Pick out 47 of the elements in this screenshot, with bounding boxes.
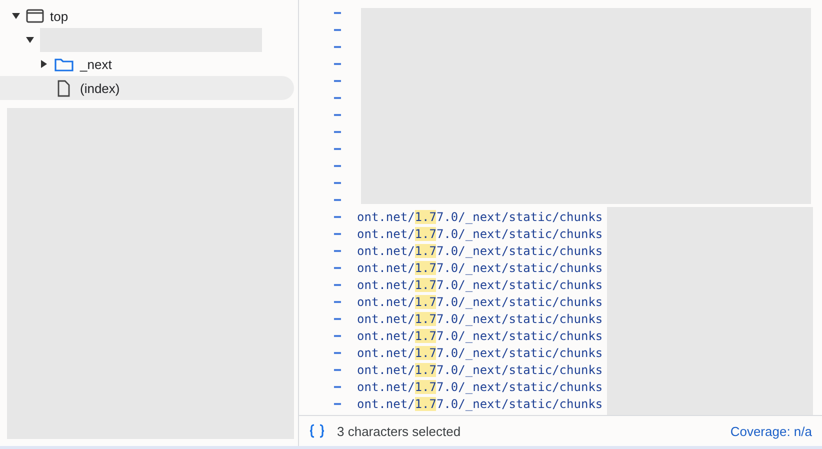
code-line: ont.net/1.77.0/_next/static/chunks [357, 294, 603, 308]
code-line: ont.net/1.77.0/_next/static/chunks [357, 346, 603, 360]
coverage-marker [334, 198, 341, 200]
coverage-link[interactable]: Coverage: n/a [730, 424, 812, 438]
code-line: ont.net/1.77.0/_next/static/chunks [357, 380, 603, 394]
code-line: ont.net/1.77.0/_next/static/chunks [357, 226, 603, 240]
code-line: ont.net/1.77.0/_next/static/chunks [357, 328, 603, 342]
coverage-marker [334, 368, 341, 370]
tree-item-label[interactable]: top [50, 8, 68, 24]
tree-item[interactable]: (index) [0, 76, 294, 100]
coverage-marker [334, 266, 341, 268]
coverage-marker [334, 46, 341, 48]
caret-icon[interactable] [41, 60, 47, 68]
coverage-marker [334, 12, 341, 14]
code-line: ont.net/1.77.0/_next/static/chunks [357, 278, 603, 292]
code-line: ont.net/1.77.0/_next/static/chunks [357, 362, 603, 376]
coverage-marker [334, 352, 341, 354]
code-line: ont.net/1.77.0/_next/static/chunks [357, 244, 603, 258]
selection-status: 3 characters selected [337, 424, 461, 438]
code-line: ont.net/1.77.0/_next/static/chunks [357, 260, 603, 274]
coverage-marker [334, 28, 341, 30]
coverage-marker [334, 300, 341, 302]
coverage-marker [334, 318, 341, 320]
tree-item[interactable]: _next [0, 52, 294, 76]
coverage-marker [334, 96, 341, 98]
coverage-marker [334, 80, 341, 82]
coverage-marker [334, 148, 341, 150]
coverage-marker [334, 334, 341, 336]
code-line: ont.net/1.77.0/_next/static/chunks [357, 396, 603, 410]
coverage-marker [334, 216, 341, 218]
code-line: ont.net/1.77.0/_next/static/chunks [357, 210, 603, 224]
coverage-marker [334, 250, 341, 252]
coverage-marker [334, 232, 341, 234]
coverage-marker [334, 114, 341, 116]
coverage-marker [334, 164, 341, 166]
coverage-marker [334, 182, 341, 184]
coverage-marker [334, 284, 341, 286]
coverage-marker [334, 62, 341, 64]
code-line: ont.net/1.77.0/_next/static/chunks [357, 312, 603, 326]
coverage-marker [334, 130, 341, 132]
window-icon [26, 9, 44, 23]
caret-icon[interactable] [12, 13, 20, 19]
coverage-marker [334, 402, 341, 404]
coverage-marker [334, 386, 341, 388]
caret-icon[interactable] [26, 37, 34, 43]
pretty-print-icon[interactable] [307, 424, 327, 438]
folder-icon [54, 56, 74, 72]
